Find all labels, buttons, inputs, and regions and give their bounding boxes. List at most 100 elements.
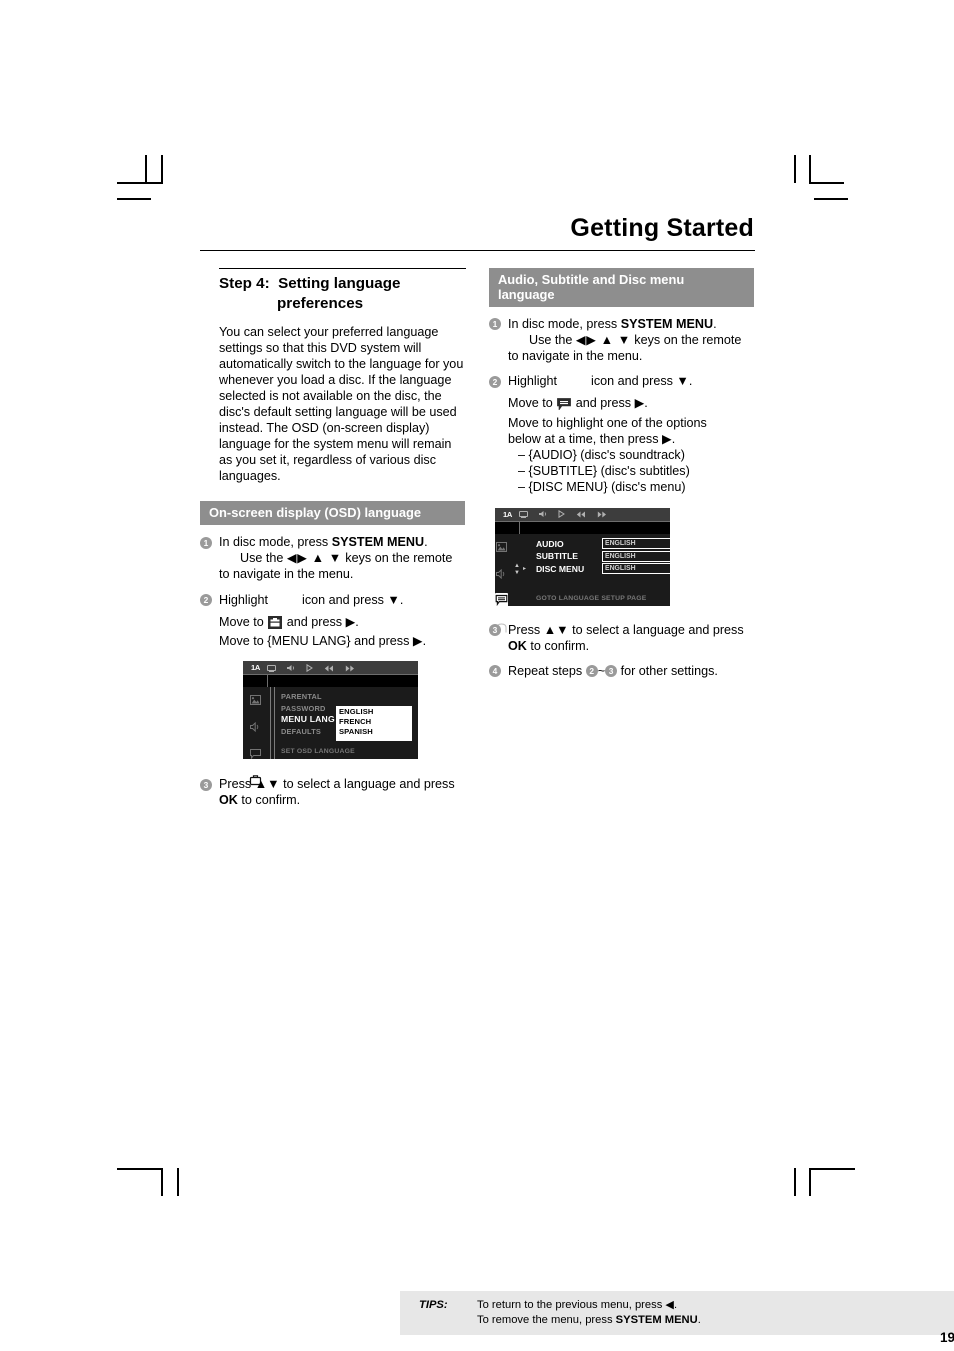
- osd-setting-label: DISC MENU: [535, 563, 585, 574]
- crop-mark-bottom-right-v1: [794, 1168, 796, 1196]
- right-step-4-text-c: for other settings.: [617, 663, 718, 678]
- osd-setting-value[interactable]: ENGLISH: [601, 563, 676, 575]
- left-step-1: 1 In disc mode, press SYSTEM MENU. Use t…: [200, 534, 465, 583]
- crop-mark-top-right-h2: [814, 198, 848, 200]
- right-step-4: 4 Repeat steps 2 ~3 for other settings.: [489, 663, 754, 679]
- subtitle-icon[interactable]: [249, 746, 261, 764]
- tips-label: TIPS:: [419, 1299, 448, 1311]
- crop-mark-top-left-h1: [117, 182, 163, 184]
- left-step-1-line1c: .: [424, 535, 428, 550]
- left-step-3-line2: OK to confirm.: [219, 792, 465, 808]
- left-step-2-line3: Move to {MENU LANG} and press ▶.: [219, 634, 427, 649]
- crop-mark-top-right-v1: [794, 155, 796, 183]
- right-step-3: 3 Press ▲▼ to select a language and pres…: [489, 622, 754, 654]
- left-step-1-key: SYSTEM MENU: [331, 535, 425, 550]
- crop-mark-bottom-right-h1: [809, 1168, 855, 1170]
- osd-row-parental[interactable]: PARENTAL: [281, 691, 418, 703]
- osd-body: PARENTAL PASSWORD MENU LANG DEFAULTS SET…: [243, 687, 418, 792]
- subtitle-icon: [557, 398, 572, 414]
- step-number-badge: 2: [489, 375, 501, 388]
- osd-top-bar: 1A: [243, 661, 418, 675]
- left-step-3: 3 Press ▲▼ to select a language and pres…: [200, 776, 465, 808]
- crop-mark-bottom-left-h1: [117, 1168, 163, 1170]
- osd-updown-arrows-icon: ▲ ▼: [514, 562, 520, 576]
- osd-option-french[interactable]: FRENCH: [339, 717, 412, 727]
- osd-body: ▲ ▼ ▸ AUDIO ENGLISH SUBTITLE ENGLISH DIS…: [495, 533, 676, 633]
- osd-setting-label: AUDIO: [535, 538, 564, 549]
- right-column: Audio, Subtitle and Disc menu language 1…: [489, 267, 754, 809]
- step-4-label: Step 4:: [219, 274, 270, 292]
- osd-option-english[interactable]: ENGLISH: [339, 707, 412, 717]
- right-step-3-line1: Press ▲▼ to select a language and press: [508, 622, 744, 637]
- left-step-2-line1a: Highlight: [219, 592, 269, 607]
- osd-language-popup: ENGLISH FRENCH SPANISH: [336, 706, 412, 741]
- ok-key: OK: [508, 638, 527, 653]
- osd-language-section-bar: On-screen display (OSD) language: [200, 500, 465, 526]
- step-4-heading: Step 4: Setting language preferences: [219, 274, 465, 314]
- osd-setting-disc-menu[interactable]: DISC MENU ENGLISH: [536, 563, 676, 576]
- osd-setting-label: SUBTITLE: [535, 551, 578, 562]
- left-step-2: 2 Highlight icon and press ▼. Move to and…: [200, 592, 465, 650]
- page-title: Getting Started: [570, 214, 754, 242]
- picture-icon[interactable]: [496, 539, 507, 557]
- left-step-2-line2a: Move to: [219, 614, 268, 629]
- osd-progress-line: [243, 674, 418, 688]
- osd-setting-value[interactable]: ENGLISH: [601, 550, 676, 562]
- direction-keys-icon: ◀▶ ▲ ▼: [575, 332, 631, 347]
- crop-mark-top-right-h1: [809, 182, 844, 184]
- left-step-3-line1: Press ▲▼ to select a language and press: [219, 777, 455, 792]
- left-step-1-line2a: Use the: [240, 551, 287, 566]
- crop-mark-bottom-left-v2: [177, 1168, 179, 1196]
- header-divider: [200, 249, 755, 251]
- crop-mark-top-left-h2: [117, 198, 151, 200]
- osd-setting-value[interactable]: ENGLISH: [601, 538, 676, 550]
- right-step-3-line2b: to confirm.: [526, 638, 590, 653]
- tips-body: To return to the previous menu, press ◀.…: [477, 1298, 954, 1327]
- osd-screenshot-menu-lang: 1A PARENTAL PASSWORD MENU LANG DEFAULTS …: [243, 661, 418, 792]
- audio-icon[interactable]: [496, 566, 507, 584]
- step-ref-3: 3: [605, 664, 618, 677]
- right-step-2-line4: below at a time, then press ▶.: [508, 431, 676, 446]
- direction-keys-icon: ◀▶ ▲ ▼: [286, 551, 342, 566]
- right-step-2-bullet-subtitle: – {SUBTITLE} (disc's subtitles): [518, 464, 690, 479]
- tips-box: TIPS: To return to the previous menu, pr…: [400, 1291, 954, 1336]
- osd-top-bar: 1A: [495, 507, 670, 521]
- osd-option-spanish[interactable]: SPANISH: [339, 727, 412, 737]
- picture-icon[interactable]: [249, 692, 261, 710]
- right-step-1-line2a: Use the: [529, 332, 576, 347]
- step-ref-2: 2: [585, 664, 598, 677]
- ok-key: OK: [219, 793, 238, 808]
- right-step-2-line1b: icon and press ▼.: [591, 374, 693, 389]
- subtitle-icon[interactable]: [495, 592, 508, 611]
- tips-line2-a: To remove the menu, press: [477, 1313, 616, 1326]
- left-step-1-line2b: keys on the remote: [341, 551, 453, 566]
- tips-line-2: To remove the menu, press SYSTEM MENU.: [477, 1313, 954, 1328]
- right-step-1-line2: Use the ◀▶ ▲ ▼ keys on the remote: [508, 332, 754, 348]
- osd-divider-2: [274, 687, 275, 760]
- right-step-2-line1a: Highlight: [508, 374, 558, 389]
- crop-mark-top-left-v1: [145, 155, 147, 183]
- right-step-1-line1a: In disc mode, press: [508, 316, 621, 331]
- osd-setting-subtitle[interactable]: SUBTITLE ENGLISH: [536, 550, 676, 563]
- osd-title: 1A: [503, 509, 512, 519]
- intro-paragraph: You can select your preferred language s…: [219, 324, 464, 484]
- right-step-4-text-b: ~: [597, 663, 606, 678]
- audio-icon[interactable]: [249, 719, 261, 737]
- step-number-badge: 4: [489, 665, 501, 678]
- right-step-1-line1c: .: [713, 316, 717, 331]
- right-step-2-bullet-audio: – {AUDIO} (disc's soundtrack): [518, 447, 685, 462]
- tips-line-1: To return to the previous menu, press ◀.: [477, 1299, 678, 1311]
- osd-content-language-setup: AUDIO ENGLISH SUBTITLE ENGLISH DISC MENU…: [536, 534, 676, 606]
- osd-screenshot-language-setup: 1A ▲ ▼ ▸ AUDIO ENGLISH SUBTITLE ENGLISH …: [495, 507, 676, 633]
- osd-setting-audio[interactable]: AUDIO ENGLISH: [536, 538, 676, 551]
- crop-mark-bottom-left-v1: [161, 1168, 163, 1196]
- system-menu-key: SYSTEM MENU: [615, 1313, 698, 1326]
- right-step-3-line2: OK to confirm.: [508, 638, 754, 654]
- osd-footer-text: SET OSD LANGUAGE: [281, 748, 355, 756]
- left-step-1-line3: to navigate in the menu.: [219, 567, 354, 582]
- right-step-1-line3: to navigate in the menu.: [508, 348, 643, 363]
- page-content: Getting Started Step 4: Setting language…: [200, 214, 954, 1345]
- step-number-badge: 2: [200, 594, 212, 607]
- right-step-2-bullet-disc-menu: – {DISC MENU} (disc's menu): [518, 480, 686, 495]
- step-number-badge: 3: [200, 778, 212, 791]
